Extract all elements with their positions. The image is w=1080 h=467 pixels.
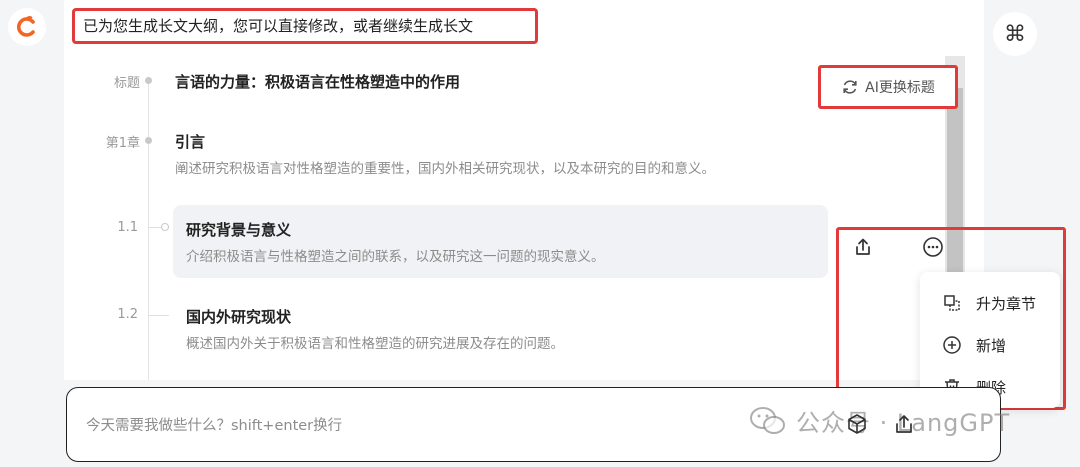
section-label: 1.1 [117, 220, 138, 235]
app-logo [8, 8, 46, 46]
command-icon: ⌘ [1004, 21, 1026, 47]
share-button[interactable] [850, 234, 876, 260]
ai-change-title-button[interactable]: AI更换标题 [818, 65, 958, 109]
upload-button[interactable] [891, 411, 917, 437]
plus-circle-icon [943, 336, 961, 354]
outline-banner: 已为您生成长文大纲，您可以直接修改，或者继续生成长文 [72, 8, 538, 44]
chapter-title[interactable]: 引言 [175, 131, 205, 152]
watermark: 公众号 · LangGPT [748, 403, 1010, 438]
timeline-node [161, 223, 169, 231]
cube-icon [848, 414, 866, 434]
timeline-line [148, 80, 149, 380]
logo-icon [17, 16, 35, 37]
more-button[interactable] [920, 234, 946, 260]
section-label: 1.2 [117, 307, 138, 322]
chapter-desc[interactable]: 阐述研究积极语言对性格塑造的重要性，国内外相关研究现状，以及本研究的目的和意义。 [175, 157, 715, 177]
chapter-label: 第1章 [105, 136, 140, 151]
promote-icon [944, 295, 960, 311]
menu-item-label: 新增 [976, 336, 1007, 355]
more-icon [923, 237, 943, 257]
title-label: 标题 [113, 76, 140, 91]
refresh-icon [843, 80, 857, 94]
cube-button[interactable] [844, 411, 870, 437]
wechat-icon [750, 406, 785, 434]
timeline-connector [149, 315, 169, 316]
section-desc[interactable]: 概述国内外关于积极语言和性格塑造的研究进展及存在的问题。 [186, 332, 564, 352]
outline-title[interactable]: 言语的力量：积极语言在性格塑造中的作用 [175, 71, 460, 92]
menu-item-promote[interactable]: 升为章节 [920, 282, 1060, 324]
section-title[interactable]: 研究背景与意义 [186, 219, 291, 240]
chat-input-placeholder: 今天需要我做些什么？shift+enter换行 [86, 418, 343, 434]
menu-item-add[interactable]: 新增 [920, 324, 1060, 366]
command-button[interactable]: ⌘ [993, 12, 1037, 56]
timeline-connector [149, 227, 161, 228]
section-desc[interactable]: 介绍积极语言与性格塑造之间的联系，以及研究这一问题的现实意义。 [186, 245, 605, 265]
upload-icon [896, 415, 912, 433]
timeline-dot [145, 137, 152, 144]
ai-change-title-label: AI更换标题 [865, 80, 935, 96]
timeline-dot [145, 77, 152, 84]
menu-item-label: 升为章节 [976, 294, 1037, 313]
share-icon [856, 238, 870, 255]
section-title[interactable]: 国内外研究现状 [186, 306, 291, 327]
section-card-selected[interactable] [173, 205, 828, 278]
